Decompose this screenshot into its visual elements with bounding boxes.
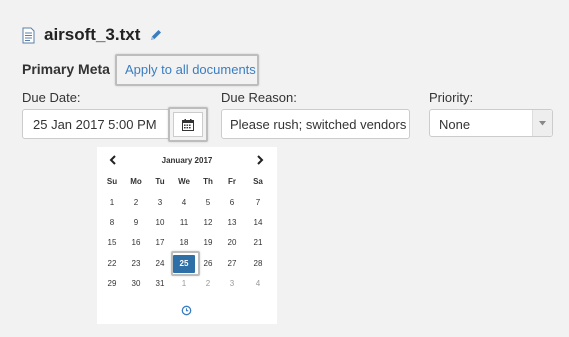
due-reason-input[interactable] (221, 109, 410, 139)
calendar-day[interactable]: 2 (197, 275, 219, 293)
calendar-header: January 2017 (97, 155, 277, 169)
priority-label: Priority: (429, 90, 474, 105)
priority-dropdown-toggle[interactable] (532, 110, 552, 136)
file-name-title: airsoft_3.txt (44, 25, 141, 44)
apply-to-all-documents-link[interactable]: Apply to all documents (125, 62, 256, 77)
due-date-input[interactable] (22, 109, 169, 139)
calendar-day[interactable]: 21 (247, 234, 269, 252)
calendar-day[interactable]: 1 (173, 275, 195, 293)
pencil-icon[interactable] (149, 28, 163, 42)
calendar-day[interactable]: 18 (173, 234, 195, 252)
weekday-header: Tu (155, 177, 165, 186)
calendar-day[interactable]: 30 (125, 275, 147, 293)
calendar-day[interactable]: 5 (197, 194, 219, 212)
priority-selected-value: None (439, 117, 471, 132)
calendar-day[interactable]: 29 (101, 275, 123, 293)
weekday-header: Sa (253, 177, 263, 186)
calendar-day[interactable]: 15 (101, 234, 123, 252)
calendar-day[interactable]: 14 (247, 214, 269, 232)
selected-day-focus-ring (171, 251, 200, 276)
primary-meta-heading: Primary Meta (22, 61, 110, 77)
calendar-day[interactable]: 4 (247, 275, 269, 293)
calendar-day[interactable]: 9 (125, 214, 147, 232)
calendar-day[interactable]: 24 (149, 255, 171, 273)
calendar-day[interactable]: 31 (149, 275, 171, 293)
calendar-day[interactable]: 22 (101, 255, 123, 273)
calendar-day[interactable]: 2 (125, 194, 147, 212)
calendar-month-label[interactable]: January 2017 (97, 156, 277, 165)
weekday-header: Su (106, 177, 118, 186)
calendar-day[interactable]: 4 (173, 194, 195, 212)
calendar-day[interactable]: 17 (149, 234, 171, 252)
calendar-icon (182, 118, 194, 131)
calendar-button[interactable] (173, 112, 203, 137)
weekday-header: Mo (130, 177, 142, 186)
caret-down-icon (539, 120, 546, 125)
clock-icon[interactable] (181, 305, 192, 316)
due-date-label: Due Date: (22, 90, 81, 105)
calendar-day[interactable]: 8 (101, 214, 123, 232)
chevron-right-icon[interactable] (256, 155, 264, 165)
file-title-row: airsoft_3.txt (22, 24, 163, 46)
calendar-day[interactable]: 27 (221, 255, 243, 273)
date-picker-popup: January 2017 Su Mo Tu We Th Fr Sa 1 2 3 4 5 6 7 8 9 10 11… (97, 147, 277, 324)
calendar-day[interactable]: 6 (221, 194, 243, 212)
calendar-day[interactable]: 19 (197, 234, 219, 252)
calendar-day[interactable]: 20 (221, 234, 243, 252)
calendar-day[interactable]: 7 (247, 194, 269, 212)
calendar-button-focus-ring (168, 107, 208, 142)
priority-select[interactable]: None (429, 109, 553, 137)
calendar-day[interactable]: 26 (197, 255, 219, 273)
weekday-header: Fr (228, 177, 236, 186)
calendar-day[interactable]: 13 (221, 214, 243, 232)
calendar-day[interactable]: 10 (149, 214, 171, 232)
calendar-day[interactable]: 1 (101, 194, 123, 212)
due-reason-label: Due Reason: (221, 90, 297, 105)
calendar-day[interactable]: 11 (173, 214, 195, 232)
file-text-icon (22, 27, 35, 43)
apply-all-focus-ring: Apply to all documents (115, 54, 259, 86)
calendar-day[interactable]: 12 (197, 214, 219, 232)
calendar-day[interactable]: 28 (247, 255, 269, 273)
calendar-day[interactable]: 16 (125, 234, 147, 252)
calendar-day[interactable]: 3 (149, 194, 171, 212)
weekday-header: We (178, 177, 190, 186)
weekday-header: Th (203, 177, 213, 186)
calendar-day[interactable]: 23 (125, 255, 147, 273)
calendar-day[interactable]: 3 (221, 275, 243, 293)
